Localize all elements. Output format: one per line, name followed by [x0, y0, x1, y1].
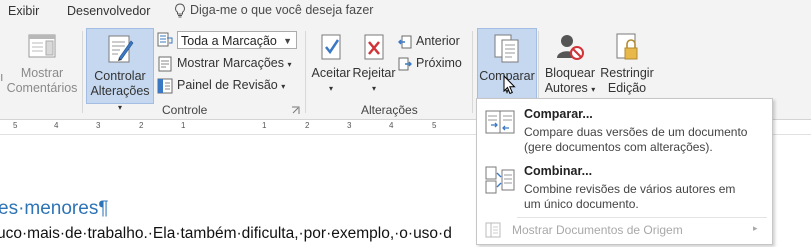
compare-documents-icon	[485, 110, 515, 134]
ruler-tick: 5	[432, 121, 437, 130]
reject-button[interactable]: Rejeitar ▾	[352, 28, 396, 96]
group-label-changes: Alterações	[361, 103, 418, 117]
restrict-editing-button[interactable]: Restringir Edição	[598, 28, 656, 96]
track-changes-label-2: Alterações	[90, 84, 150, 98]
ribbon-tab-bar: Exibir Desenvolvedor Diga-me o que você …	[0, 0, 811, 25]
show-comments-icon	[28, 34, 56, 58]
restrict-editing-label-1: Restringir	[600, 66, 654, 80]
combine-menu-item[interactable]: Combinar... Combine revisões de vários a…	[477, 161, 772, 217]
ruler-tick: 1	[262, 121, 267, 130]
show-source-documents-item[interactable]: Mostrar Documentos de Origem ▸	[477, 221, 772, 241]
compare-dropdown-menu: Comparar... Compare duas versões de um d…	[476, 98, 773, 245]
group-separator	[472, 31, 473, 113]
next-icon	[398, 57, 412, 71]
dialog-launcher-icon[interactable]	[291, 106, 300, 115]
chevron-down-icon: ▾	[287, 60, 292, 69]
chevron-down-icon: ▾	[591, 85, 596, 94]
ruler-tick: 3	[96, 121, 101, 130]
show-markup-icon	[158, 56, 172, 72]
tell-me-placeholder: Diga-me o que você deseja fazer	[190, 3, 374, 17]
block-authors-button[interactable]: Bloquear Autores ▾	[543, 28, 597, 97]
block-authors-icon	[557, 35, 584, 60]
track-changes-label-2-row: Alterações ▾	[87, 84, 153, 115]
previous-label: Anterior	[416, 34, 460, 48]
compare-desc-line-1: Compare duas versões de um documento	[524, 125, 748, 139]
track-changes-icon	[108, 35, 134, 63]
chevron-down-icon: ▾	[371, 84, 376, 93]
source-documents-icon	[485, 222, 501, 238]
compare-icon	[494, 34, 519, 63]
menu-separator	[517, 217, 767, 218]
tab-developer[interactable]: Desenvolvedor	[67, 4, 150, 18]
reviewing-pane-button[interactable]: Painel de Revisão ▾	[157, 75, 285, 95]
show-comments-partial: ı	[0, 70, 4, 84]
next-change-button[interactable]: Próximo	[398, 53, 462, 73]
markup-display-row	[157, 29, 177, 49]
chevron-down-icon: ▾	[117, 103, 122, 112]
block-authors-label-1: Bloquear	[544, 66, 596, 80]
ruler-tick: 2	[139, 121, 144, 130]
previous-icon	[398, 35, 412, 49]
group-label-tracking: Controle	[162, 103, 208, 117]
tab-view[interactable]: Exibir	[8, 4, 39, 18]
restrict-editing-label-2: Edição	[607, 81, 647, 95]
chevron-down-icon: ▾	[328, 84, 333, 93]
combine-desc-line-2: um único documento.	[524, 197, 639, 211]
show-markup-label: Mostrar Marcações	[177, 56, 284, 70]
ruler-tick: 5	[13, 121, 18, 130]
restrict-editing-icon	[616, 33, 638, 60]
reject-label: Rejeitar	[352, 66, 396, 80]
tell-me-box[interactable]: Diga-me o que você deseja fazer	[174, 3, 373, 18]
document-body-text: uco·mais·de·trabalho.·Ela·também·dificul…	[0, 225, 452, 242]
accept-icon	[321, 34, 341, 60]
chevron-down-icon: ▾	[281, 82, 286, 91]
show-markup-button[interactable]: Mostrar Marcações ▾	[157, 53, 291, 73]
ruler-tick: 3	[347, 121, 352, 130]
document-heading: es·menores¶	[0, 198, 109, 219]
track-changes-button[interactable]: Controlar Alterações ▾	[86, 28, 154, 112]
show-comments-button[interactable]: ı Mostrar Comentários	[0, 28, 78, 96]
accept-button[interactable]: Aceitar ▾	[309, 28, 353, 96]
show-source-documents-label: Mostrar Documentos de Origem	[512, 223, 683, 237]
compare-desc-line-2: (gere documentos com alterações).	[524, 140, 713, 154]
show-comments-label-1: Mostrar	[20, 66, 64, 80]
show-comments-label-2: Comentários	[6, 81, 78, 95]
ruler-tick: 4	[389, 121, 394, 130]
reviewing-pane-icon	[157, 78, 173, 94]
track-changes-label-1: Controlar	[94, 69, 146, 83]
mouse-cursor-icon	[503, 75, 516, 95]
accept-label: Aceitar	[311, 66, 351, 80]
chevron-down-icon: ▼	[283, 36, 292, 46]
combine-menu-title: Combinar...	[524, 164, 593, 178]
next-label: Próximo	[416, 56, 462, 70]
previous-change-button[interactable]: Anterior	[398, 31, 460, 51]
ruler-tick: 4	[54, 121, 59, 130]
reviewing-pane-label: Painel de Revisão	[177, 78, 278, 92]
reject-icon	[364, 34, 384, 60]
markup-display-dropdown[interactable]: Toda a Marcação ▼	[177, 31, 297, 49]
markup-display-icon	[157, 32, 173, 47]
combine-menu-desc: Combine revisões de vários autores em um…	[524, 182, 764, 212]
compare-menu-title: Comparar...	[524, 107, 593, 121]
combine-desc-line-1: Combine revisões de vários autores em	[524, 182, 736, 196]
markup-display-value: Toda a Marcação	[181, 34, 277, 48]
compare-menu-desc: Compare duas versões de um documento (ge…	[524, 125, 764, 155]
block-authors-label-2: Autores	[544, 81, 588, 95]
combine-documents-icon	[485, 166, 515, 194]
group-separator	[82, 31, 83, 113]
group-separator	[305, 31, 306, 113]
lightbulb-icon	[175, 3, 185, 18]
ruler-tick: 1	[181, 121, 186, 130]
compare-menu-item[interactable]: Comparar... Compare duas versões de um d…	[477, 105, 772, 161]
chevron-right-icon: ▸	[753, 223, 758, 233]
ruler-tick: 2	[305, 121, 310, 130]
block-authors-label-2-row: Autores ▾	[543, 81, 597, 97]
